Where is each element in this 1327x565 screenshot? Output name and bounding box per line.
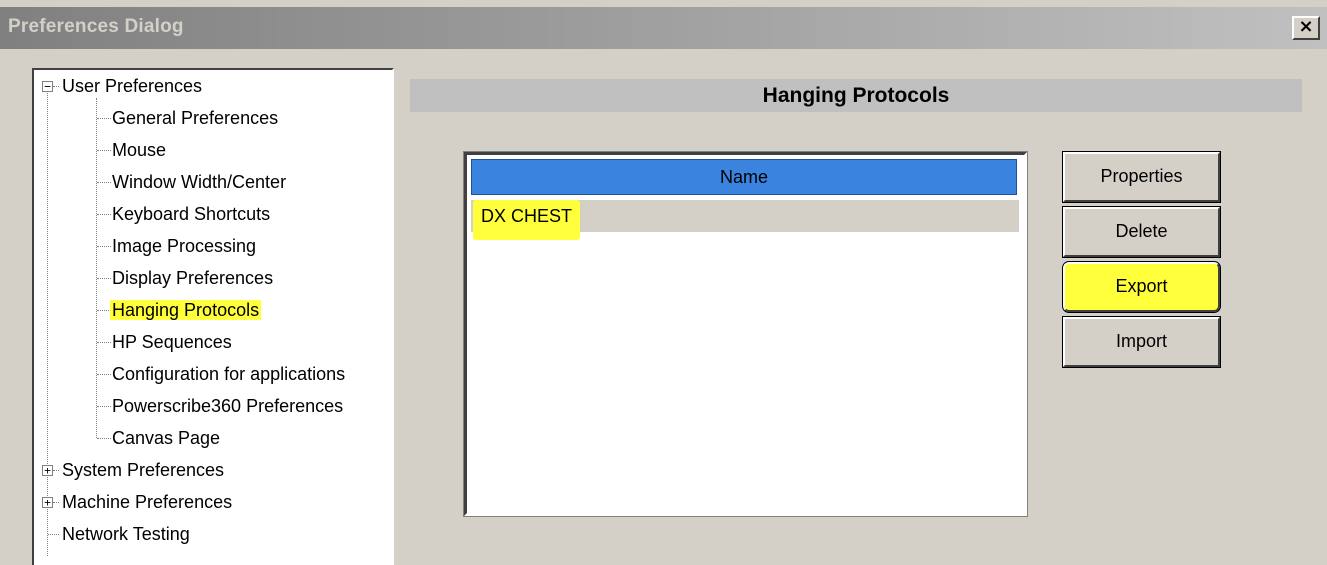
tree-item-window-width-center[interactable]: Window Width/Center [110, 168, 288, 196]
hanging-protocols-list[interactable]: Name DX CHEST [463, 151, 1028, 517]
tree-item-canvas-page[interactable]: Canvas Page [110, 424, 222, 452]
tree-item-label: Hanging Protocols [110, 300, 262, 320]
tree-item-label: Network Testing [62, 524, 190, 544]
expand-icon[interactable]: + [42, 465, 53, 476]
tree-connector [97, 406, 111, 407]
tree-item-keyboard-shortcuts[interactable]: Keyboard Shortcuts [110, 200, 272, 228]
tree-item-machine-preferences[interactable]: Machine Preferences [60, 488, 234, 516]
tree-connector [47, 86, 48, 556]
tree-item-hanging-protocols[interactable]: Hanging Protocols [110, 296, 262, 324]
tree-connector [97, 310, 111, 311]
tree-item-mouse[interactable]: Mouse [110, 136, 168, 164]
panel-header: Hanging Protocols [410, 79, 1302, 112]
tree-item-system-preferences[interactable]: System Preferences [60, 456, 226, 484]
tree-item-label: Image Processing [112, 236, 257, 256]
tree-item-label: User Preferences [62, 76, 203, 96]
tree-item-user-preferences[interactable]: User Preferences [60, 72, 204, 100]
tree-connector [53, 86, 59, 87]
tree-item-label: System Preferences [62, 460, 225, 480]
tree-item-general-preferences[interactable]: General Preferences [110, 104, 280, 132]
tree-item-network-testing[interactable]: Network Testing [60, 520, 192, 548]
properties-button[interactable]: Properties [1062, 151, 1221, 203]
tree-connector [97, 214, 111, 215]
tree-connector [97, 278, 111, 279]
tree-connector [97, 342, 111, 343]
tree-item-hp-sequences[interactable]: HP Sequences [110, 328, 234, 356]
tree-connector [53, 502, 59, 503]
tree-item-label: Display Preferences [112, 268, 274, 288]
export-button[interactable]: Export [1062, 261, 1221, 313]
preferences-tree[interactable]: − User Preferences General Preferences M… [32, 68, 394, 565]
close-button[interactable]: × [1292, 16, 1320, 40]
tree-item-label: Configuration for applications [112, 364, 346, 384]
tree-connector [97, 246, 111, 247]
tree-connector [97, 438, 111, 439]
expand-icon[interactable]: + [42, 497, 53, 508]
tree-item-configuration-for-applications[interactable]: Configuration for applications [110, 360, 347, 388]
tree-item-display-preferences[interactable]: Display Preferences [110, 264, 275, 292]
tree-connector [96, 98, 97, 438]
import-button[interactable]: Import [1062, 316, 1221, 368]
preferences-dialog: Preferences Dialog × − User Preferences … [0, 0, 1327, 565]
tree-item-label: Powerscribe360 Preferences [112, 396, 344, 416]
tree-connector [97, 374, 111, 375]
tree-item-label: HP Sequences [112, 332, 232, 352]
tree-item-label: Keyboard Shortcuts [112, 204, 271, 224]
close-icon: × [1298, 16, 1314, 37]
tree-connector [97, 118, 111, 119]
delete-button[interactable]: Delete [1062, 206, 1221, 258]
list-item[interactable]: DX CHEST [471, 200, 1019, 240]
panel-title: Hanging Protocols [762, 84, 950, 107]
title-bar[interactable]: Preferences Dialog × [0, 7, 1327, 49]
tree-connector [97, 182, 111, 183]
list-item-label: DX CHEST [473, 200, 581, 240]
tree-item-powerscribe360-preferences[interactable]: Powerscribe360 Preferences [110, 392, 345, 420]
tree-connector [53, 470, 59, 471]
column-header-name[interactable]: Name [471, 159, 1017, 195]
window-title: Preferences Dialog [8, 16, 184, 37]
tree-connector [97, 150, 111, 151]
tree-item-label: Machine Preferences [62, 492, 233, 512]
tree-item-label: General Preferences [112, 108, 279, 128]
collapse-icon[interactable]: − [42, 81, 53, 92]
tree-item-label: Window Width/Center [112, 172, 287, 192]
tree-item-label: Canvas Page [112, 428, 221, 448]
tree-item-image-processing[interactable]: Image Processing [110, 232, 258, 260]
tree-connector [48, 534, 59, 535]
tree-item-label: Mouse [112, 140, 167, 160]
